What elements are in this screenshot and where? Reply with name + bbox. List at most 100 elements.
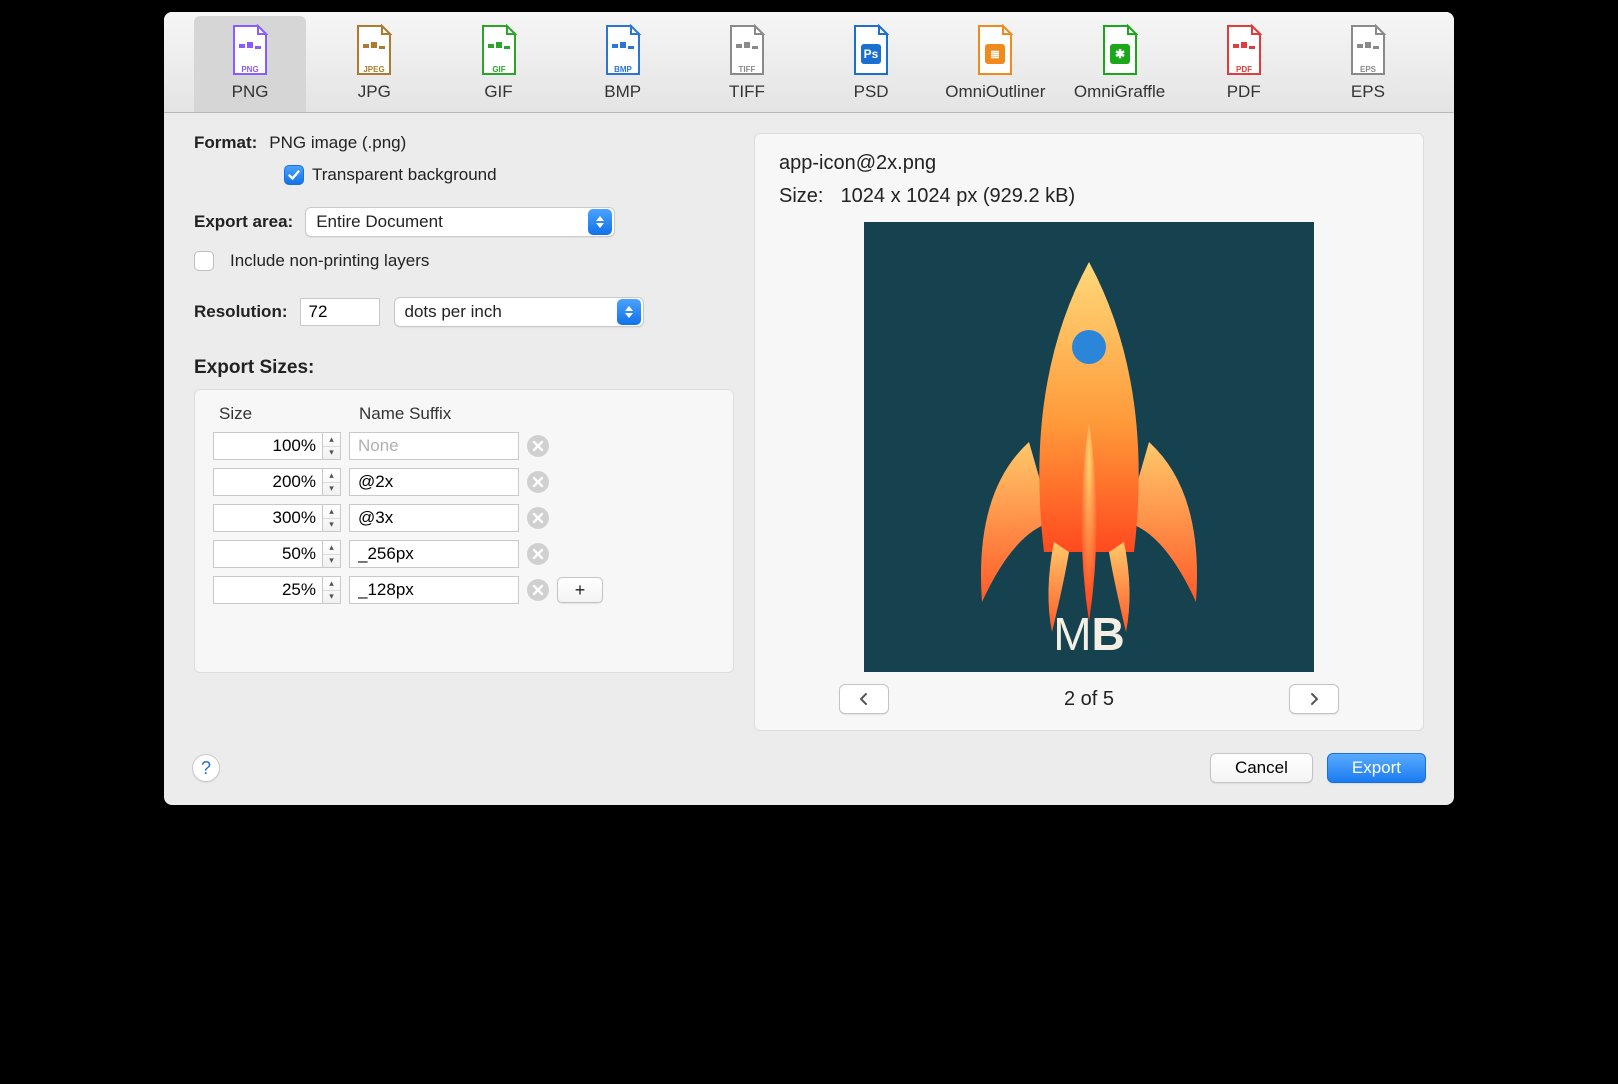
add-size-button[interactable]: + bbox=[557, 577, 603, 603]
export-size-row: ▴▾ + bbox=[213, 576, 715, 604]
close-icon bbox=[532, 440, 544, 452]
stepper-buttons[interactable]: ▴▾ bbox=[323, 432, 341, 460]
svg-text:GIF: GIF bbox=[492, 65, 505, 74]
file-psd-icon: Ps bbox=[847, 22, 895, 78]
size-input[interactable] bbox=[213, 432, 323, 460]
resolution-label: Resolution: bbox=[194, 302, 288, 322]
format-tab-label: PNG bbox=[232, 82, 269, 102]
export-button[interactable]: Export bbox=[1327, 753, 1426, 783]
transparent-background-label: Transparent background bbox=[312, 165, 497, 185]
chevron-updown-icon bbox=[617, 299, 641, 325]
cancel-button[interactable]: Cancel bbox=[1210, 753, 1313, 783]
preview-size-value: 1024 x 1024 px (929.2 kB) bbox=[841, 185, 1076, 207]
size-stepper[interactable]: ▴▾ bbox=[213, 576, 341, 604]
sizes-header-size: Size bbox=[219, 404, 359, 424]
size-input[interactable] bbox=[213, 540, 323, 568]
preview-pager: 2 of 5 bbox=[1064, 688, 1114, 711]
size-stepper[interactable]: ▴▾ bbox=[213, 540, 341, 568]
svg-text:MB: MB bbox=[1053, 608, 1125, 660]
suffix-input[interactable] bbox=[349, 432, 519, 460]
remove-size-button[interactable] bbox=[527, 471, 549, 493]
include-nonprinting-checkbox[interactable] bbox=[194, 251, 214, 271]
suffix-input[interactable] bbox=[349, 504, 519, 532]
transparent-background-checkbox[interactable] bbox=[284, 165, 304, 185]
export-sizes-panel: Size Name Suffix ▴▾ ▴▾ ▴▾ bbox=[194, 389, 734, 673]
file-pdf-icon: PDF bbox=[1220, 22, 1268, 78]
chevron-left-icon bbox=[857, 692, 871, 706]
export-area-select[interactable]: Entire Document bbox=[305, 207, 615, 237]
format-tab-omnioutliner[interactable]: ≣ OmniOutliner bbox=[939, 16, 1051, 112]
format-tab-label: JPG bbox=[358, 82, 391, 102]
format-tab-gif[interactable]: GIF GIF bbox=[442, 16, 554, 112]
options-pane: Format: PNG image (.png) Transparent bac… bbox=[194, 133, 734, 731]
remove-size-button[interactable] bbox=[527, 507, 549, 529]
remove-size-button[interactable] bbox=[527, 543, 549, 565]
close-icon bbox=[532, 512, 544, 524]
remove-size-button[interactable] bbox=[527, 435, 549, 457]
file-tiff-icon: TIFF bbox=[723, 22, 771, 78]
format-tab-omnigraffle[interactable]: ✱ OmniGraffle bbox=[1063, 16, 1175, 112]
size-stepper[interactable]: ▴▾ bbox=[213, 468, 341, 496]
export-dialog: PNG PNG JPEG JPG GIF GIF BMP bbox=[164, 12, 1454, 805]
svg-text:JPEG: JPEG bbox=[364, 65, 385, 74]
svg-text:TIFF: TIFF bbox=[738, 65, 755, 74]
format-toolbar: PNG PNG JPEG JPG GIF GIF BMP bbox=[164, 12, 1454, 113]
format-label: Format: bbox=[194, 133, 257, 153]
file-png-icon: PNG bbox=[226, 22, 274, 78]
preview-filename: app-icon@2x.png bbox=[779, 152, 1399, 175]
size-input[interactable] bbox=[213, 468, 323, 496]
file-jpg-icon: JPEG bbox=[350, 22, 398, 78]
size-input[interactable] bbox=[213, 576, 323, 604]
close-icon bbox=[532, 548, 544, 560]
export-size-row: ▴▾ bbox=[213, 504, 715, 532]
format-tab-tiff[interactable]: TIFF TIFF bbox=[691, 16, 803, 112]
resolution-input[interactable] bbox=[300, 298, 380, 326]
stepper-buttons[interactable]: ▴▾ bbox=[323, 504, 341, 532]
format-tab-label: OmniOutliner bbox=[945, 82, 1045, 102]
svg-text:PDF: PDF bbox=[1236, 65, 1252, 74]
chevron-updown-icon bbox=[588, 209, 612, 235]
file-eps-icon: EPS bbox=[1344, 22, 1392, 78]
format-tab-label: EPS bbox=[1351, 82, 1385, 102]
stepper-buttons[interactable]: ▴▾ bbox=[323, 540, 341, 568]
help-button[interactable]: ? bbox=[192, 754, 220, 782]
preview-prev-button[interactable] bbox=[839, 684, 889, 714]
close-icon bbox=[532, 584, 544, 596]
preview-size-label: Size: bbox=[779, 185, 835, 208]
svg-text:≣: ≣ bbox=[990, 47, 1000, 61]
sizes-header-suffix: Name Suffix bbox=[359, 404, 451, 424]
rocket-icon: MB bbox=[864, 222, 1314, 672]
size-input[interactable] bbox=[213, 504, 323, 532]
suffix-input[interactable] bbox=[349, 540, 519, 568]
format-tab-eps[interactable]: EPS EPS bbox=[1312, 16, 1424, 112]
stepper-buttons[interactable]: ▴▾ bbox=[323, 576, 341, 604]
export-size-row: ▴▾ bbox=[213, 540, 715, 568]
format-tab-label: BMP bbox=[604, 82, 641, 102]
close-icon bbox=[532, 476, 544, 488]
preview-image: MB bbox=[864, 222, 1314, 672]
file-omnioutliner-icon: ≣ bbox=[971, 22, 1019, 78]
include-nonprinting-label: Include non-printing layers bbox=[230, 251, 429, 271]
remove-size-button[interactable] bbox=[527, 579, 549, 601]
size-stepper[interactable]: ▴▾ bbox=[213, 504, 341, 532]
format-tab-bmp[interactable]: BMP BMP bbox=[567, 16, 679, 112]
svg-text:PNG: PNG bbox=[241, 65, 258, 74]
suffix-input[interactable] bbox=[349, 468, 519, 496]
chevron-right-icon bbox=[1307, 692, 1321, 706]
export-area-label: Export area: bbox=[194, 212, 293, 232]
size-stepper[interactable]: ▴▾ bbox=[213, 432, 341, 460]
export-size-row: ▴▾ bbox=[213, 432, 715, 460]
format-tab-psd[interactable]: Ps PSD bbox=[815, 16, 927, 112]
file-gif-icon: GIF bbox=[475, 22, 523, 78]
format-tab-label: GIF bbox=[484, 82, 512, 102]
preview-next-button[interactable] bbox=[1289, 684, 1339, 714]
format-value: PNG image (.png) bbox=[269, 133, 406, 153]
format-tab-jpg[interactable]: JPEG JPG bbox=[318, 16, 430, 112]
suffix-input[interactable] bbox=[349, 576, 519, 604]
stepper-buttons[interactable]: ▴▾ bbox=[323, 468, 341, 496]
format-tab-png[interactable]: PNG PNG bbox=[194, 16, 306, 112]
export-sizes-title: Export Sizes: bbox=[194, 357, 722, 379]
format-tab-pdf[interactable]: PDF PDF bbox=[1188, 16, 1300, 112]
preview-pane: app-icon@2x.png Size: 1024 x 1024 px (92… bbox=[754, 133, 1424, 731]
resolution-unit-select[interactable]: dots per inch bbox=[394, 297, 644, 327]
